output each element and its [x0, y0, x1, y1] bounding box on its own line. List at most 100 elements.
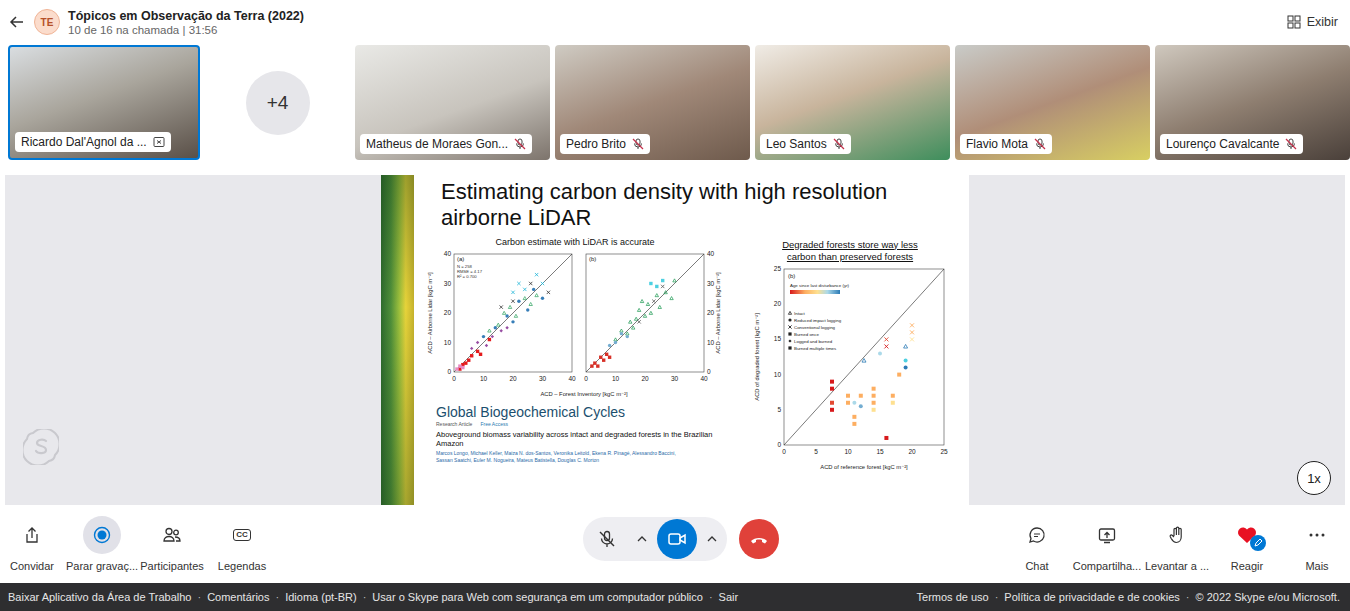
video-button[interactable]: [657, 519, 697, 559]
svg-text:Burned once: Burned once: [794, 331, 819, 336]
data-point: [640, 300, 643, 303]
forest-photo: [381, 175, 414, 505]
captions-button[interactable]: CCLegendas: [210, 516, 274, 572]
data-point: [830, 407, 834, 411]
svg-text:25: 25: [940, 448, 948, 455]
svg-text:ACD – Forest Inventory [kgC m⁻: ACD – Forest Inventory [kgC m⁻²]: [540, 391, 628, 397]
react-button[interactable]: Reagir: [1214, 516, 1280, 572]
data-point: [497, 323, 500, 326]
data-point: [467, 359, 470, 362]
data-point: [620, 332, 623, 335]
participant-tile[interactable]: Flavio Mota: [955, 45, 1150, 160]
record-button[interactable]: Parar gravaç...: [70, 516, 134, 572]
data-point: [485, 344, 488, 347]
data-point: [458, 367, 461, 370]
data-point: [596, 364, 599, 367]
data-point: [511, 300, 514, 303]
data-point: [626, 335, 629, 338]
data-point: [455, 367, 458, 370]
data-point: [508, 305, 511, 308]
footer-link[interactable]: Usar o Skype para Web com segurança em u…: [372, 591, 703, 603]
footer-link[interactable]: Termos de uso: [917, 591, 989, 603]
hand-button[interactable]: Levantar a ...: [1144, 516, 1210, 572]
participant-tile[interactable]: Lourenço Cavalcante: [1155, 45, 1350, 160]
footer-link[interactable]: © 2022 Skype e/ou Microsoft.: [1196, 591, 1340, 603]
invite-button[interactable]: Convidar: [0, 516, 64, 572]
share-button[interactable]: Compartilha...: [1074, 516, 1140, 572]
footer-link[interactable]: Sair: [719, 591, 739, 603]
svg-text:40: 40: [568, 375, 576, 382]
data-point: [649, 282, 652, 285]
grid-icon: [1287, 15, 1301, 29]
participants-button[interactable]: Participantes: [140, 516, 204, 572]
svg-text:20: 20: [444, 309, 452, 316]
svg-text:10: 10: [774, 370, 782, 377]
svg-text:0: 0: [777, 441, 781, 448]
footer-link[interactable]: Comentários: [207, 591, 269, 603]
back-button[interactable]: [8, 13, 26, 31]
participant-tile[interactable]: Leo Santos: [755, 45, 950, 160]
footer-link[interactable]: Idioma (pt-BR): [285, 591, 357, 603]
name-label: Leo Santos: [760, 134, 851, 154]
participant-tile[interactable]: Pedro Brito: [555, 45, 750, 160]
footer-link[interactable]: Baixar Aplicativo da Área de Trabalho: [8, 591, 191, 603]
data-point: [862, 358, 866, 362]
presentation-slide: Estimating carbon density with high reso…: [381, 175, 969, 505]
data-point: [590, 364, 593, 367]
data-point: [541, 297, 544, 300]
svg-text:0: 0: [447, 368, 451, 375]
data-point: [535, 294, 538, 297]
svg-text:0: 0: [707, 368, 711, 375]
data-point: [673, 279, 676, 282]
footer-link[interactable]: Política de privacidade e de cookies: [1004, 591, 1180, 603]
screen-icon: [153, 136, 165, 148]
more-participants[interactable]: +4: [246, 71, 310, 135]
data-point: [830, 400, 834, 404]
view-button[interactable]: Exibir: [1285, 11, 1340, 33]
video-options-button[interactable]: [701, 528, 723, 550]
svg-text:20: 20: [908, 448, 916, 455]
data-point: [830, 386, 834, 390]
data-point: [532, 288, 535, 291]
participant-strip: Ricardo Dal'Agnol da ... +4 Matheus de Mor…: [0, 45, 1350, 160]
data-point: [626, 332, 629, 335]
chart-panel: 001010202030304040(a)N = 258RMSE = 4.17R…: [444, 250, 576, 382]
svg-text:30: 30: [444, 280, 452, 287]
data-point: [891, 400, 895, 404]
data-point: [458, 364, 461, 367]
data-point: [599, 356, 602, 359]
participant-tile[interactable]: Matheus de Moraes Gon...: [355, 45, 550, 160]
legend-marker: [788, 339, 791, 342]
data-point: [511, 291, 514, 294]
data-point: [852, 400, 856, 404]
more-button[interactable]: Mais: [1284, 516, 1350, 572]
data-point: [872, 386, 876, 390]
hang-up-button[interactable]: [739, 519, 779, 559]
legend-marker: [788, 318, 791, 321]
data-point: [846, 393, 850, 397]
svg-text:Reduced impact logging: Reduced impact logging: [794, 317, 842, 322]
data-point: [547, 291, 550, 294]
data-point: [500, 329, 503, 332]
data-point: [535, 273, 538, 276]
data-point: [830, 379, 834, 383]
svg-text:5: 5: [814, 448, 818, 455]
degradation-chart: 00551010151520202525(b)Age since last di…: [750, 265, 950, 477]
data-point: [523, 297, 526, 300]
svg-text:10: 10: [707, 339, 715, 346]
scatter-chart: ACD – Airborne Lidar [kgC m⁻²]ACD – Airb…: [424, 250, 724, 400]
svg-text:Intact: Intact: [794, 310, 806, 315]
mic-button[interactable]: [587, 519, 627, 559]
data-point: [904, 358, 908, 362]
svg-text:R² = 0.700: R² = 0.700: [457, 274, 477, 279]
chat-button[interactable]: Chat: [1004, 516, 1070, 572]
playback-speed-button[interactable]: 1x: [1297, 461, 1331, 495]
data-point: [476, 350, 479, 353]
participant-tile[interactable]: Ricardo Dal'Agnol da ...: [8, 45, 200, 160]
data-point: [884, 344, 888, 348]
svg-text:40: 40: [707, 250, 715, 257]
data-point: [470, 354, 473, 357]
mic-options-button[interactable]: [631, 528, 653, 550]
data-point: [629, 320, 632, 323]
svg-text:(b): (b): [788, 273, 795, 279]
